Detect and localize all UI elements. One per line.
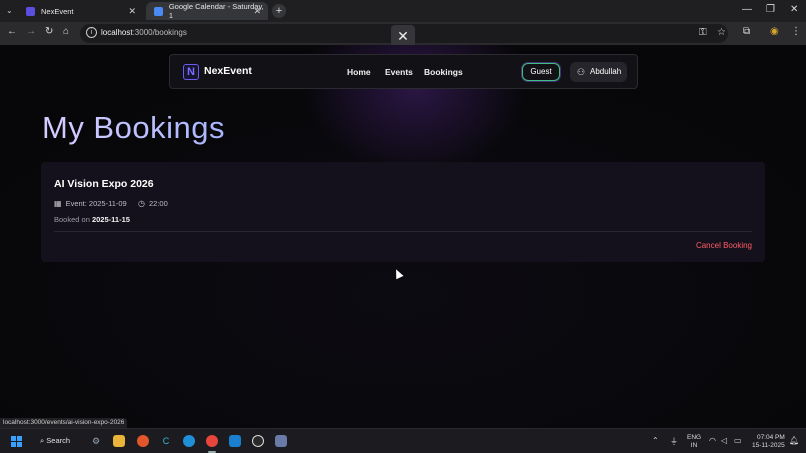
taskbar-search[interactable]: ⌕ Search bbox=[40, 436, 70, 446]
nav-link-home[interactable]: Home bbox=[347, 67, 371, 77]
address-url[interactable]: localhost:3000/bookings bbox=[101, 28, 187, 37]
nexevent-favicon-icon bbox=[26, 6, 35, 16]
close-overlay-icon[interactable]: ✕ bbox=[391, 25, 415, 47]
tab-label: NexEvent bbox=[41, 6, 74, 16]
nav-link-bookings[interactable]: Bookings bbox=[424, 67, 463, 77]
file-explorer-icon[interactable] bbox=[113, 435, 125, 447]
battery-icon[interactable]: ▭ bbox=[734, 436, 742, 445]
extensions-icon[interactable]: ⧉ bbox=[743, 26, 750, 37]
link-status-bar: localhost:3000/events/ai-vision-expo-202… bbox=[0, 418, 128, 428]
notification-bell-icon[interactable]: 🔔︎ bbox=[789, 436, 799, 445]
volume-icon[interactable]: ◁ bbox=[721, 436, 727, 445]
clock-icon: ◷ bbox=[138, 199, 145, 208]
chrome-icon[interactable] bbox=[206, 435, 218, 447]
menu-kebab-icon[interactable]: ⋮ bbox=[791, 26, 801, 37]
copilot-icon[interactable]: C bbox=[160, 435, 172, 447]
logo-icon[interactable]: N bbox=[183, 64, 199, 80]
site-info-icon[interactable]: i bbox=[86, 27, 97, 38]
card-divider bbox=[54, 231, 752, 232]
close-tab-icon[interactable]: ✕ bbox=[128, 6, 136, 17]
close-tab-icon[interactable]: ✕ bbox=[253, 6, 261, 17]
firefox-icon[interactable] bbox=[137, 435, 149, 447]
taskbar-clock[interactable]: 07:04 PM 15-11-2025 bbox=[752, 434, 785, 450]
input-language[interactable]: ENG IN bbox=[687, 434, 701, 450]
tab-search-icon[interactable]: ⌄ bbox=[6, 6, 13, 15]
site-navbar: N NexEvent Home Events Bookings Guest ⚇ … bbox=[169, 54, 638, 89]
booking-event-title[interactable]: AI Vision Expo 2026 bbox=[54, 178, 154, 190]
profile-icon[interactable]: ◉ bbox=[770, 26, 779, 37]
search-icon: ⌕ bbox=[40, 436, 45, 445]
close-window-icon[interactable]: ✕ bbox=[790, 4, 798, 15]
page-content: N NexEvent Home Events Bookings Guest ⚇ … bbox=[0, 45, 806, 428]
brand-name[interactable]: NexEvent bbox=[204, 65, 252, 77]
wifi-icon[interactable]: ◠ bbox=[709, 436, 716, 445]
new-tab-button[interactable]: + bbox=[272, 4, 286, 18]
forward-icon[interactable]: → bbox=[26, 26, 36, 37]
browser-tab-strip: ⌄ NexEvent ✕ Google Calendar - Saturday,… bbox=[0, 0, 806, 22]
github-desktop-icon[interactable] bbox=[252, 435, 264, 447]
booking-event-date: ▦ Event: 2025-11-09 bbox=[54, 199, 127, 208]
calendar-icon: ▦ bbox=[54, 199, 62, 208]
mouse-cursor-icon bbox=[392, 267, 404, 280]
calendar-favicon-icon bbox=[154, 6, 163, 16]
restore-icon[interactable]: ❐ bbox=[766, 4, 775, 15]
cancel-booking-button[interactable]: Cancel Booking bbox=[696, 241, 752, 250]
bookmark-star-icon[interactable]: ☆ bbox=[717, 27, 726, 38]
nav-link-events[interactable]: Events bbox=[385, 67, 413, 77]
password-key-icon[interactable]: ⚿ bbox=[699, 27, 707, 38]
windows-start-icon[interactable] bbox=[11, 436, 22, 447]
booking-event-time: ◷ 22:00 bbox=[138, 199, 168, 208]
home-icon[interactable]: ⌂ bbox=[63, 26, 69, 37]
minimize-icon[interactable]: — bbox=[742, 4, 752, 15]
edge-icon[interactable] bbox=[183, 435, 195, 447]
settings-gear-icon[interactable]: ⚙ bbox=[90, 435, 102, 447]
user-name: Abdullah bbox=[590, 67, 622, 76]
back-icon[interactable]: ← bbox=[7, 26, 17, 37]
microphone-icon[interactable]: ⏚ bbox=[670, 436, 678, 447]
reload-icon[interactable]: ↻ bbox=[45, 26, 53, 37]
page-title: My Bookings bbox=[42, 110, 225, 145]
os-taskbar: ⌕ Search ⚙ C ⌃ ⏚ ENG IN ◠ ◁ ▭ 07:04 PM 15-… bbox=[0, 428, 806, 453]
tab-nexevent[interactable]: NexEvent ✕ bbox=[18, 2, 143, 20]
tab-google-calendar[interactable]: Google Calendar - Saturday, 1 ✕ bbox=[146, 2, 268, 20]
user-icon: ⚇ bbox=[577, 67, 586, 77]
user-menu-button[interactable]: ⚇ Abdullah bbox=[570, 62, 627, 82]
booked-on-text: Booked on 2025-11-15 bbox=[54, 215, 130, 224]
vscode-icon[interactable] bbox=[229, 435, 241, 447]
tray-chevron-up-icon[interactable]: ⌃ bbox=[652, 436, 659, 445]
guest-button[interactable]: Guest bbox=[522, 63, 560, 81]
booking-card: AI Vision Expo 2026 ▦ Event: 2025-11-09 ◷… bbox=[41, 162, 765, 262]
notepad-icon[interactable] bbox=[275, 435, 287, 447]
